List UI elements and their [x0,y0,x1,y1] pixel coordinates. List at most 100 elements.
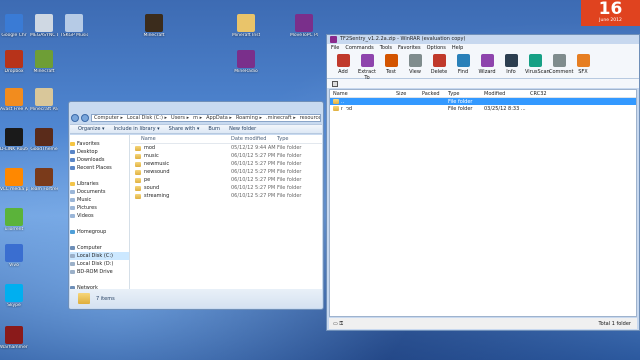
nav-item[interactable]: Recent Places [70,164,129,172]
desktop-icon[interactable]: Minecraft Pack [30,88,58,112]
nav-label: Local Disk (D:) [77,261,114,267]
breadcrumb-segment[interactable]: Users ▸ [171,115,189,121]
desktop-icon[interactable]: MineRadio [232,50,260,74]
breadcrumb-segment[interactable]: Roaming ▸ [236,115,262,121]
breadcrumb-segment[interactable]: .minecraft ▸ [266,115,296,121]
breadcrumb-segment[interactable]: resources [300,115,320,121]
toolbar-button[interactable]: Include in library ▾ [114,126,160,132]
archive-row[interactable]: mod File folder 03/25/12 8:33 ... [330,105,636,112]
desktop-icon[interactable]: VLC media player [0,168,28,192]
toolbar-button[interactable]: Test [381,54,401,75]
column-header[interactable]: Name [131,136,231,142]
toolbar-button[interactable]: Share with ▾ [169,126,200,132]
table-row[interactable]: sound 06/10/12 5:27 PM File folder [131,184,322,192]
file-name-cell: music [131,153,231,159]
column-header[interactable]: Modified [484,91,530,97]
desktop-icon[interactable]: GoodTheme [30,128,58,152]
desktop-icon[interactable]: Team Fortress 2 [30,168,58,192]
menu-item[interactable]: Help [452,45,463,51]
menu-item[interactable]: Favorites [398,45,421,51]
menu-item[interactable]: Tools [380,45,392,51]
winrar-window[interactable]: TF2Sentry_v1.2.2a.zip - WinRAR (evaluati… [326,34,640,331]
table-row[interactable]: newmusic 06/10/12 5:27 PM File folder [131,160,322,168]
column-header[interactable]: Date modified [231,136,277,142]
toolbar-button[interactable]: VirusScan [525,54,550,75]
desktop-icon[interactable]: TSKGP Music Sec [60,14,88,38]
folder-icon [333,106,339,111]
toolbar-button[interactable]: SFX [573,54,593,75]
toolbar-button[interactable]: Info [501,54,521,75]
nav-item[interactable]: Music [70,196,129,204]
desktop-icon[interactable]: Vivo [0,244,28,268]
nav-icon [70,254,75,258]
nav-item[interactable]: BD-ROM Drive [70,268,129,276]
nav-item[interactable]: Local Disk (D:) [70,260,129,268]
table-row[interactable]: streaming 06/10/12 5:27 PM File folder [131,192,322,200]
nav-item[interactable]: Desktop [70,148,129,156]
column-header[interactable]: Size [396,91,422,97]
toolbar-button[interactable]: Organize ▾ [78,126,105,132]
nav-icon [70,158,75,162]
breadcrumb-segment[interactable]: AppData ▸ [206,115,232,121]
toolbar-button[interactable]: Comment [549,54,574,75]
nav-item[interactable]: Pictures [70,204,129,212]
column-header[interactable]: Type [448,91,484,97]
nav-item[interactable]: Downloads [70,156,129,164]
desktop-icon[interactable]: Google Chr [0,14,28,38]
desktop-icon[interactable]: Mineraft Install [232,14,260,38]
toolbar-button[interactable]: Find [453,54,473,75]
back-button[interactable] [71,113,79,122]
column-header[interactable]: Type [277,136,317,142]
menu-item[interactable]: Options [427,45,446,51]
nav-item[interactable]: Computer [70,244,129,252]
explorer-window[interactable]: Computer ▸ Local Disk (C:) ▸ Users ▸ m ▸ App… [68,101,324,310]
table-row[interactable]: mod 05/12/12 9:44 AM File folder [131,144,322,152]
table-row[interactable]: newsound 06/10/12 5:27 PM File folder [131,168,322,176]
desktop-icon[interactable]: uTorrent [0,208,28,232]
toolbar-button[interactable]: Burn [208,126,220,132]
column-header[interactable]: CRC32 [530,91,560,97]
nav-item[interactable]: Local Disk (C:) [70,252,129,260]
up-folder-icon[interactable] [332,80,338,87]
archive-row[interactable]: .. File folder [330,98,636,105]
archive-type: File folder [448,98,473,105]
table-row[interactable]: music 06/10/12 5:27 PM File folder [131,152,322,160]
tool-icon [456,54,470,67]
toolbar-button[interactable]: Extract To [357,54,377,81]
toolbar-button[interactable]: View [405,54,425,75]
forward-button[interactable] [81,113,89,122]
menu-item[interactable]: File [331,45,339,51]
desktop-icon[interactable]: Minecraft [140,14,168,38]
winrar-title-bar[interactable]: TF2Sentry_v1.2.2a.zip - WinRAR (evaluati… [327,35,639,44]
nav-item[interactable]: Videos [70,212,129,220]
desktop-icon[interactable]: Dropbox [0,50,28,74]
nav-item[interactable]: Favorites [70,140,129,148]
toolbar-button[interactable]: Wizard [477,54,497,75]
desktop-icon[interactable]: MEGASYNC Li [30,14,58,38]
toolbar-button[interactable]: New folder [229,126,256,132]
file-name-cell: mod [131,145,231,151]
winrar-app-icon [330,36,337,43]
menu-item[interactable]: Commands [345,45,373,51]
desktop-icon[interactable]: Warhammer 40k Space [0,326,28,350]
breadcrumb-segment[interactable]: Computer ▸ [94,115,123,121]
table-row[interactable]: pe 06/10/12 5:27 PM File folder [131,176,322,184]
desktop-icon[interactable]: D-LINK Router [0,128,28,152]
nav-item[interactable]: Libraries [70,180,129,188]
toolbar-button[interactable]: Add [333,54,353,75]
tool-icon [480,54,494,67]
nav-item[interactable]: Homegroup [70,228,129,236]
tool-icon [528,54,542,67]
breadcrumb-segment[interactable]: m ▸ [193,115,202,121]
address-bar[interactable]: Computer ▸ Local Disk (C:) ▸ Users ▸ m ▸ App… [91,113,321,122]
nav-item[interactable]: Documents [70,188,129,196]
column-header[interactable]: Packed [422,91,448,97]
desktop-icon[interactable]: Minecraft [30,50,58,74]
desktop-icon[interactable]: Avast Free Antivir [0,88,28,112]
toolbar-button[interactable]: Delete [429,54,449,75]
desktop-icon[interactable]: MoveToPC Patc [290,14,318,38]
column-header[interactable]: Name [330,91,396,97]
desktop-icon[interactable]: Skype [0,284,28,308]
breadcrumb-segment[interactable]: Local Disk (C:) ▸ [127,115,167,121]
tool-label: SFX [578,69,588,75]
